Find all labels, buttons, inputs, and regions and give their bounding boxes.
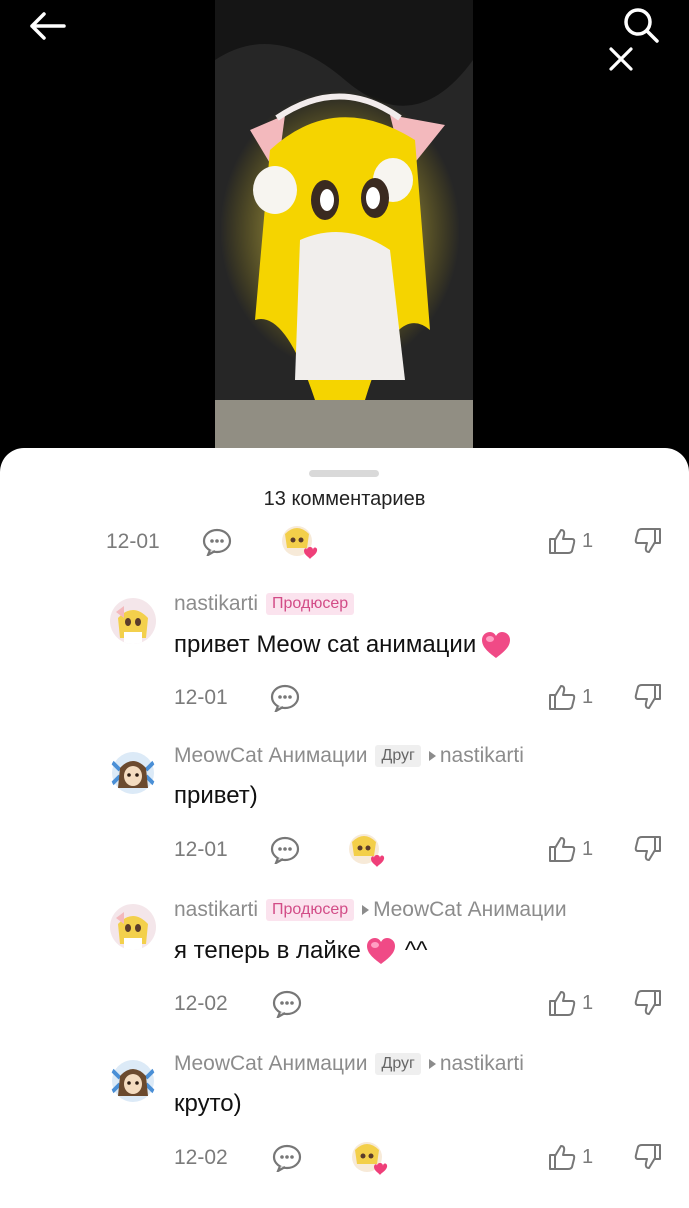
- friend-badge: Друг: [375, 745, 421, 767]
- thumbs-down-icon[interactable]: [634, 684, 662, 710]
- comment-header: MeowCat Анимации Друг nastikarti: [174, 1052, 524, 1076]
- creator-heart-reaction-icon: [349, 834, 385, 867]
- video-preview[interactable]: [215, 0, 473, 450]
- thumbs-up-icon: [549, 837, 576, 862]
- creator-heart-reaction-icon: [352, 1142, 388, 1175]
- search-button[interactable]: [618, 4, 662, 44]
- reply-to: nastikarti: [428, 1052, 524, 1076]
- like-count: 1: [582, 1145, 594, 1168]
- sheet-drag-handle[interactable]: [309, 470, 379, 477]
- comment-actions-row: 12-01 1: [0, 832, 689, 872]
- thumbs-down-icon[interactable]: [634, 836, 662, 862]
- thumbs-up-icon: [549, 1145, 576, 1170]
- comment-text: круто): [174, 1090, 242, 1118]
- comment-actions-row: 12-01 1: [0, 524, 689, 564]
- reply-to-user[interactable]: nastikarti: [440, 744, 524, 768]
- comment-text: привет): [174, 782, 258, 810]
- producer-badge: Продюсер: [266, 593, 355, 615]
- reply-arrow-icon: [362, 905, 370, 915]
- reply-to: MeowCat Анимации: [362, 898, 567, 922]
- reply-bubble-icon[interactable]: [272, 990, 302, 1018]
- reply-bubble-icon[interactable]: [202, 528, 232, 556]
- thumbs-down-icon[interactable]: [634, 528, 662, 554]
- comment-author[interactable]: nastikarti: [174, 592, 258, 616]
- close-icon: [609, 47, 633, 71]
- comment-text-content: привет Meow cat анимации: [174, 631, 477, 658]
- thumbs-up-icon: [549, 529, 576, 554]
- search-icon: [624, 8, 659, 43]
- comment-header: nastikarti Продюсер MeowCat Анимации: [174, 898, 567, 922]
- user-avatar-image: [110, 904, 156, 950]
- user-avatar-image: [110, 750, 156, 796]
- pink-heart-emoji-icon: [482, 632, 511, 658]
- comment-header: nastikarti Продюсер: [174, 592, 355, 616]
- like-button[interactable]: 1: [548, 836, 593, 862]
- producer-badge: Продюсер: [266, 899, 355, 921]
- comment-text-suffix: ^^: [404, 937, 428, 964]
- comment-text-content: я теперь в лайке: [174, 937, 361, 964]
- reply-bubble-icon[interactable]: [270, 684, 300, 712]
- like-count: 1: [582, 991, 594, 1014]
- comment-actions-row: 12-02 1: [0, 986, 689, 1026]
- like-count: 1: [582, 837, 594, 860]
- comment-author[interactable]: MeowCat Анимации: [174, 1052, 367, 1076]
- pink-heart-emoji-icon: [366, 938, 395, 964]
- reply-to-user[interactable]: MeowCat Анимации: [373, 898, 566, 922]
- like-count: 1: [582, 529, 594, 552]
- reply-arrow-icon: [428, 751, 436, 761]
- reply-to: nastikarti: [428, 744, 524, 768]
- arrow-left-icon: [30, 12, 66, 40]
- reply-to-user[interactable]: nastikarti: [440, 1052, 524, 1076]
- reply-arrow-icon: [428, 1059, 436, 1069]
- comment-date: 12-02: [174, 1146, 228, 1169]
- comments-sheet: 13 комментариев 12-01 1 nastikarti Продю…: [0, 448, 689, 1208]
- like-button[interactable]: 1: [548, 1144, 593, 1170]
- user-avatar-image: [110, 598, 156, 644]
- comment-text-content: привет): [174, 782, 258, 809]
- comment-actions-row: 12-01 1: [0, 680, 689, 720]
- like-button[interactable]: 1: [548, 528, 593, 554]
- comment-text: привет Meow cat анимации: [174, 630, 512, 660]
- friend-badge: Друг: [375, 1053, 421, 1075]
- thumbs-up-icon: [549, 991, 576, 1016]
- comment-author[interactable]: nastikarti: [174, 898, 258, 922]
- comment-text-content: круто): [174, 1090, 242, 1117]
- comment-header: MeowCat Анимации Друг nastikarti: [174, 744, 524, 768]
- comment-date: 12-01: [106, 530, 160, 553]
- like-count: 1: [582, 685, 594, 708]
- close-button[interactable]: [604, 42, 638, 76]
- reply-bubble-icon[interactable]: [272, 1144, 302, 1172]
- thumbs-down-icon[interactable]: [634, 1144, 662, 1170]
- comment-date: 12-01: [174, 686, 228, 709]
- avatar[interactable]: [110, 1058, 156, 1104]
- comment-actions-row: 12-02 1: [0, 1140, 689, 1180]
- reply-bubble-icon[interactable]: [270, 836, 300, 864]
- avatar[interactable]: [110, 750, 156, 796]
- thumbs-down-icon[interactable]: [634, 990, 662, 1016]
- comment-text: я теперь в лайке ^^: [174, 936, 427, 966]
- avatar[interactable]: [110, 904, 156, 950]
- avatar[interactable]: [110, 598, 156, 644]
- comment-author[interactable]: MeowCat Анимации: [174, 744, 367, 768]
- like-button[interactable]: 1: [548, 684, 593, 710]
- comments-count-title: 13 комментариев: [263, 488, 426, 510]
- like-button[interactable]: 1: [548, 990, 593, 1016]
- video-thumbnail-image: [215, 0, 473, 450]
- comment-date: 12-01: [174, 838, 228, 861]
- user-avatar-image: [110, 1058, 156, 1104]
- comment-date: 12-02: [174, 992, 228, 1015]
- thumbs-up-icon: [549, 685, 576, 710]
- back-button[interactable]: [24, 8, 68, 44]
- creator-heart-reaction-icon: [282, 526, 318, 559]
